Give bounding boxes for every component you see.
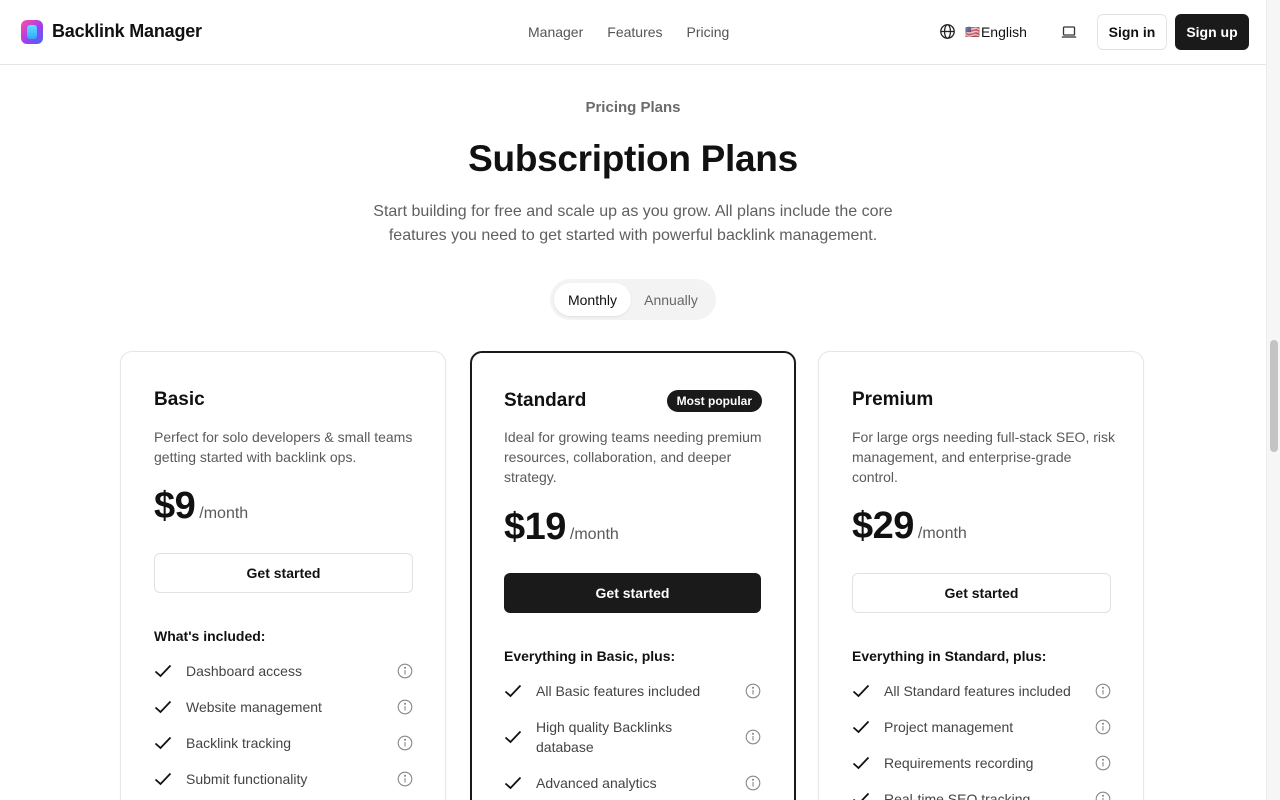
feature-label: All Standard features included <box>884 683 1071 699</box>
list-item: All Standard features included <box>852 673 1111 709</box>
plan-card-premium: Premium For large orgs needing full-stac… <box>818 351 1144 800</box>
plan-name: Premium <box>852 389 934 410</box>
sign-in-button[interactable]: Sign in <box>1097 14 1167 50</box>
features-heading: What's included: <box>154 628 266 644</box>
check-icon <box>504 684 522 698</box>
check-icon <box>154 700 172 714</box>
feature-label: High quality Backlinks database <box>536 719 673 755</box>
plan-price: $19 <box>504 506 566 548</box>
top-header: Backlink Manager Manager Features Pricin… <box>0 0 1266 65</box>
page-title: Subscription Plans <box>468 138 798 179</box>
list-item: Advanced analytics <box>504 765 761 800</box>
list-item: Submit functionality <box>154 761 413 797</box>
plan-name: Basic <box>154 389 205 410</box>
page-subtitle: Start building for free and scale up as … <box>373 203 893 244</box>
page-scrollbar[interactable] <box>1266 0 1280 800</box>
info-icon[interactable] <box>397 771 413 787</box>
check-icon <box>504 776 522 790</box>
list-item: All Basic features included <box>504 673 761 709</box>
brand-name[interactable]: Backlink Manager <box>52 21 202 42</box>
plan-price-row: $29 /month <box>852 505 967 548</box>
plan-name: Standard <box>504 390 587 411</box>
plan-period: /month <box>917 525 967 542</box>
get-started-button[interactable]: Get started <box>154 553 413 593</box>
list-item: Backlink tracking <box>154 725 413 761</box>
plan-description: Perfect for solo developers & small team… <box>154 429 413 465</box>
info-icon[interactable] <box>1095 791 1111 800</box>
feature-list: All Basic features included High quality… <box>504 673 761 800</box>
plan-period: /month <box>569 526 619 543</box>
list-item: Dashboard access <box>154 653 413 689</box>
check-icon <box>852 756 870 770</box>
info-icon[interactable] <box>1095 755 1111 771</box>
check-icon <box>852 720 870 734</box>
plan-description: Ideal for growing teams needing premium … <box>504 429 762 485</box>
check-icon <box>504 730 522 744</box>
check-icon <box>853 792 870 800</box>
plan-price: $29 <box>852 505 914 547</box>
feature-label: Backlink tracking <box>186 735 292 751</box>
feature-list: Dashboard access Website management Back… <box>154 653 413 797</box>
list-item: High quality Backlinks database <box>504 709 761 765</box>
info-icon[interactable] <box>1095 719 1111 735</box>
check-icon <box>154 736 172 750</box>
plan-description: For large orgs needing full-stack SEO, r… <box>852 429 1115 485</box>
feature-label: Real-time SEO tracking <box>884 791 1031 800</box>
plan-price-row: $19 /month <box>504 506 619 549</box>
nav-link-manager[interactable]: Manager <box>528 24 583 40</box>
language-label: English <box>980 23 1027 40</box>
toggle-annually[interactable]: Annually <box>635 283 707 316</box>
list-item: Requirements recording <box>852 745 1111 781</box>
plan-price: $9 <box>154 485 196 527</box>
feature-label: Submit functionality <box>186 771 308 787</box>
feature-label: All Basic features included <box>536 683 701 699</box>
language-selector[interactable]: 🇺🇸 English <box>939 23 1027 40</box>
nav-link-features[interactable]: Features <box>607 24 662 40</box>
feature-label: Project management <box>884 719 1014 735</box>
laptop-icon[interactable] <box>1061 25 1077 39</box>
most-popular-badge: Most popular <box>666 390 762 412</box>
check-icon <box>852 684 870 698</box>
toggle-monthly[interactable]: Monthly <box>554 283 631 316</box>
info-icon[interactable] <box>397 663 413 679</box>
list-item: Website management <box>154 689 413 725</box>
nav-link-pricing[interactable]: Pricing <box>687 24 730 40</box>
section-eyebrow: Pricing Plans <box>585 99 681 116</box>
info-icon[interactable] <box>1095 683 1111 699</box>
info-icon[interactable] <box>745 729 761 745</box>
info-icon[interactable] <box>745 775 761 791</box>
features-heading: Everything in Standard, plus: <box>852 648 1047 664</box>
get-started-button[interactable]: Get started <box>852 573 1111 613</box>
main-nav: Manager Features Pricing <box>528 24 753 40</box>
list-item: Real-time SEO tracking <box>852 781 1111 800</box>
get-started-button[interactable]: Get started <box>504 573 761 613</box>
scrollbar-thumb[interactable] <box>1270 340 1278 452</box>
info-icon[interactable] <box>397 699 413 715</box>
us-flag-icon: 🇺🇸 <box>965 24 980 39</box>
feature-label: Website management <box>186 699 322 715</box>
list-item: Project management <box>852 709 1111 745</box>
check-icon <box>154 664 172 678</box>
billing-period-toggle: Monthly Annually <box>550 279 716 320</box>
sign-up-button[interactable]: Sign up <box>1175 14 1249 50</box>
features-heading: Everything in Basic, plus: <box>504 648 676 664</box>
feature-label: Requirements recording <box>884 755 1034 771</box>
feature-label: Advanced analytics <box>536 775 657 791</box>
plan-card-standard: Standard Most popular Ideal for growing … <box>470 351 796 800</box>
plan-period: /month <box>199 505 249 522</box>
backlink-logo-icon[interactable] <box>21 20 43 44</box>
feature-label: Dashboard access <box>186 663 302 679</box>
info-icon[interactable] <box>397 735 413 751</box>
feature-list: All Standard features included Project m… <box>852 673 1111 800</box>
plan-card-basic: Basic Perfect for solo developers & smal… <box>120 351 446 800</box>
globe-icon <box>940 24 955 39</box>
info-icon[interactable] <box>745 683 761 699</box>
check-icon <box>154 772 172 786</box>
plan-price-row: $9 /month <box>154 485 248 528</box>
